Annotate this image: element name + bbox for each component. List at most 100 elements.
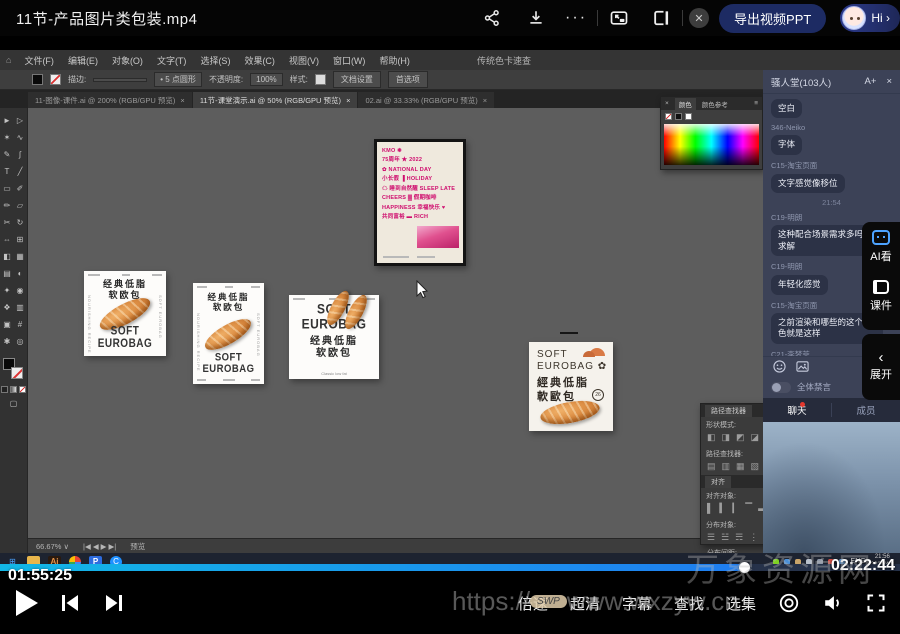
close-icon[interactable]: ✕ [689,8,709,28]
menu-item[interactable]: 文字(T) [157,54,187,67]
selection-tool[interactable]: ► [1,112,14,129]
tab-members[interactable]: 成员 [832,398,900,422]
illustrator-canvas[interactable]: KMO ❋75周年 ★ 2022✿ NATIONAL DAY小长假 ▐ HOLI… [28,108,763,538]
shape-mode-icon[interactable]: ◧ [707,432,716,443]
view-mode[interactable]: 预览 [130,541,145,552]
share-icon[interactable] [477,3,507,33]
download-icon[interactable] [521,3,551,33]
shape-mode-icon[interactable]: ◩ [736,432,745,443]
blend-tool[interactable]: ◉ [14,282,27,299]
video-frame[interactable]: ⌂ 文件(F) 编辑(E) 对象(O) 文字(T) 选择(S) 效果(C) 视图(V) 窗口(… [0,50,900,572]
magic-wand-tool[interactable]: ✶ [1,129,14,146]
direct-selection-tool[interactable]: ▷ [14,112,27,129]
plugin-tab[interactable]: 传统色卡速查 [477,54,531,67]
align-icon[interactable]: ▍ [719,503,726,514]
tab-close-icon[interactable]: × [180,96,184,105]
document-tab[interactable]: 02.ai @ 33.33% (RGB/GPU 预览) × [358,92,494,108]
tab-chat[interactable]: 聊天 [763,398,831,422]
menu-item[interactable]: 选择(S) [200,54,230,67]
tab-color-guide[interactable]: 颜色参考 [702,99,728,109]
scissors-tool[interactable]: ✂ [1,214,14,231]
distribute-icon[interactable]: ⋮ [749,532,758,543]
player-menu-item[interactable]: 倍速 [518,593,548,614]
courseware-button[interactable]: 课件 [870,280,892,313]
panel-close-icon[interactable]: × [665,100,669,107]
tab-color[interactable]: 颜色 [675,98,696,110]
menu-item[interactable]: 对象(O) [112,54,143,67]
ai-view-button[interactable]: AI看 [870,230,891,264]
tab-align[interactable]: 对齐 [705,476,731,488]
distribute-icon[interactable]: ☰ [707,532,715,543]
zoom-tool[interactable]: ◎ [14,333,27,350]
menu-item[interactable]: 视图(V) [289,54,319,67]
menu-item[interactable]: 效果(C) [244,54,275,67]
pathfinder-icon[interactable]: ▤ [707,461,716,472]
volume-icon[interactable] [822,592,844,614]
menu-item[interactable]: 窗口(W) [333,54,366,67]
preferences-button[interactable]: 首选项 [388,71,428,88]
document-tab[interactable]: 11节-课堂演示.ai @ 50% (RGB/GPU 预览) × [193,92,358,108]
document-setup-button[interactable]: 文档设置 [333,71,381,88]
image-upload-icon[interactable] [796,360,809,373]
pathfinder-icon[interactable]: ▧ [751,461,760,472]
column-graph-tool[interactable]: ▥ [14,299,27,316]
mesh-tool[interactable]: ▤ [1,265,14,282]
picture-in-picture-icon[interactable] [604,3,634,33]
brush-select[interactable]: • 5 点圆形 [154,72,202,87]
tab-pathfinder[interactable]: 路径查找器 [705,405,752,417]
progress-bar[interactable] [0,564,900,571]
pen-tool[interactable]: ✎ [1,146,14,163]
screen-mode-icon[interactable]: ▢ [10,399,18,408]
stroke-swatch[interactable] [11,367,23,379]
shape-mode-icon[interactable]: ◪ [751,432,760,443]
curvature-tool[interactable]: ∫ [14,146,27,163]
pathfinder-icon[interactable]: ▥ [722,461,731,472]
style-swatch[interactable] [315,74,326,85]
artboard-tool[interactable]: ▣ [1,316,14,333]
rectangle-tool[interactable]: ▭ [1,180,14,197]
eraser-tool[interactable]: ▱ [14,197,27,214]
dock-panel-icon[interactable] [646,3,676,33]
align-icon[interactable]: ▔ [745,503,752,514]
eyedropper-tool[interactable]: ✦ [1,282,14,299]
play-button[interactable] [16,590,38,616]
fill-color-swatch[interactable] [32,74,43,85]
fill-stroke-swatches[interactable] [3,358,25,382]
account-button[interactable]: Hi › [840,4,900,32]
fullscreen-icon[interactable] [866,593,886,613]
gradient-tool[interactable]: ◐ [14,265,27,282]
pencil-tool[interactable]: ✏ [1,197,14,214]
artboard-national-day-poster[interactable]: KMO ❋75周年 ★ 2022✿ NATIONAL DAY小长假 ▐ HOLI… [374,139,466,266]
color-spectrum[interactable] [664,124,759,165]
document-tab[interactable]: 11-图像-课件.ai @ 200% (RGB/GPU 预览) × [28,92,192,108]
shape-mode-icon[interactable]: ◨ [722,432,731,443]
shape-builder-tool[interactable]: ◧ [1,248,14,265]
hand-tool[interactable]: ✱ [1,333,14,350]
type-tool[interactable]: T [1,163,14,180]
free-transform-tool[interactable]: ⊞ [14,231,27,248]
distribute-icon[interactable]: ☱ [721,532,729,543]
stroke-color-swatch[interactable] [50,74,61,85]
quick-swatches[interactable] [661,110,762,123]
menu-item[interactable]: 帮助(H) [379,54,410,67]
artboard-navigation[interactable]: |◀ ◀ ▶ ▶| [83,542,116,551]
menu-item[interactable]: 文件(F) [24,54,54,67]
stroke-width-profile[interactable] [93,78,147,82]
color-mode-buttons[interactable] [1,386,26,393]
font-size-icon[interactable]: A+ [865,76,877,87]
player-menu-item[interactable]: 超清 [570,593,600,614]
player-menu-item[interactable]: 选集 [726,593,756,614]
chat-close-icon[interactable]: × [886,76,892,87]
scale-tool[interactable]: ⇔ [1,231,14,248]
panel-menu-icon[interactable]: ≡ [754,100,758,107]
home-icon[interactable]: ⌂ [6,55,11,65]
pathfinder-icon[interactable]: ▦ [736,461,745,472]
emoji-icon[interactable] [773,360,786,373]
artboard-bread-poster-4[interactable]: SOFTEUROBAG ✿ 經典低脂軟歐包 26 [529,342,613,431]
perspective-grid-tool[interactable]: ▦ [14,248,27,265]
rotate-tool[interactable]: ↻ [14,214,27,231]
menu-item[interactable]: 编辑(E) [68,54,98,67]
zoom-level-select[interactable]: 66.67% ∨ [36,542,69,551]
tab-close-icon[interactable]: × [346,96,350,105]
line-tool[interactable]: ╱ [14,163,27,180]
